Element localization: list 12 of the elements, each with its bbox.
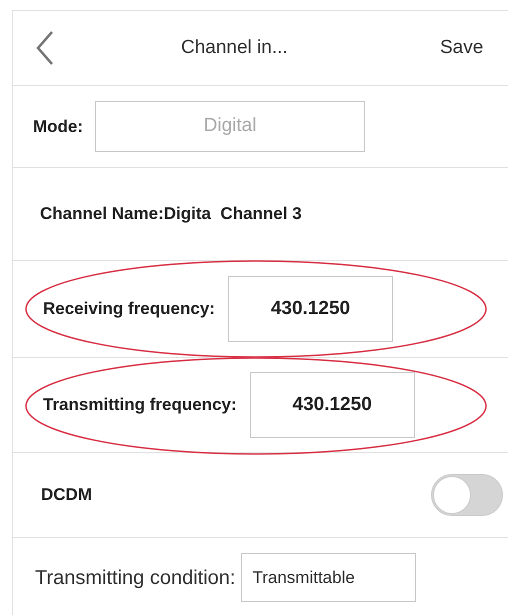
save-button[interactable]: Save [440,34,484,62]
input-field[interactable]: 430.1250 [228,276,393,342]
toggle-label: DCDM [41,484,92,506]
dropdown-field[interactable]: Transmittable [241,553,416,602]
input-field[interactable]: 430.1250 [250,372,415,438]
page-title: Channel in... [181,36,288,60]
field-label: Receiving frequency: [43,298,215,320]
field-label: Transmitting condition: [35,566,236,590]
field-label: Mode: [33,116,84,138]
field-label: Transmitting frequency: [43,394,237,416]
channel-name-text: Channel Name:Digita Channel 3 [40,203,302,226]
toggle-switch[interactable] [431,474,503,516]
